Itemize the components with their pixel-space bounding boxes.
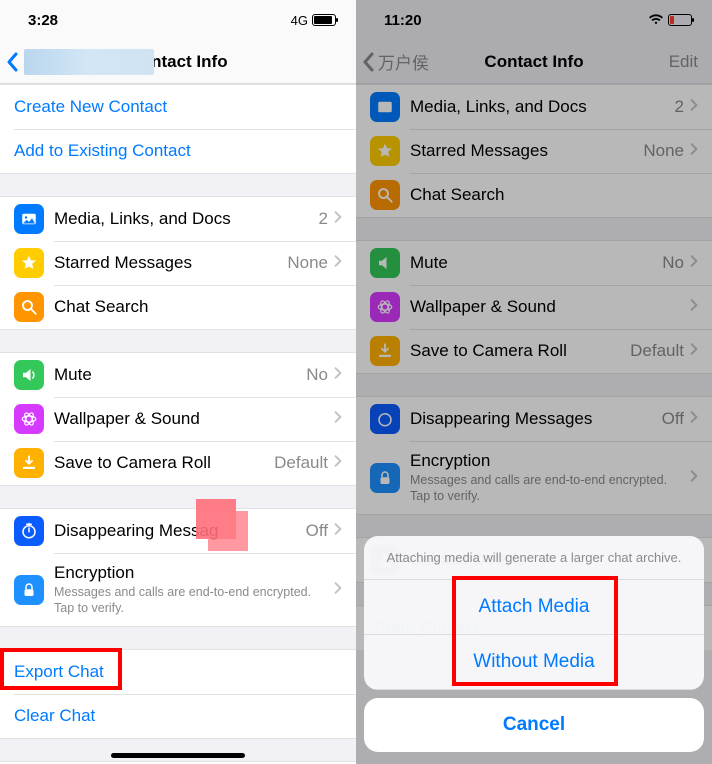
chevron-right-icon — [334, 580, 342, 600]
right-screenshot: 11:20 万户侯 Contact Info Edit Media, Links… — [356, 0, 712, 764]
without-media-button[interactable]: Without Media — [364, 635, 704, 690]
create-new-contact[interactable]: Create New Contact — [0, 85, 356, 129]
section-privacy: Disappearing Messag Off Encryption Messa… — [0, 508, 356, 627]
attach-media-label: Attach Media — [479, 596, 590, 617]
export-chat-label: Export Chat — [14, 662, 104, 682]
chat-search-label: Chat Search — [54, 297, 342, 317]
section-export: Export Chat Clear Chat — [0, 649, 356, 739]
mute-value: No — [306, 365, 328, 385]
clear-chat[interactable]: Clear Chat — [0, 694, 356, 738]
photo-icon — [14, 204, 44, 234]
media-value: 2 — [319, 209, 328, 229]
atom-icon — [14, 404, 44, 434]
disappearing-label: Disappearing Messag — [54, 521, 306, 541]
section-settings: Mute No Wallpaper & Sound Save to Camera… — [0, 352, 356, 486]
save-value: Default — [274, 453, 328, 473]
left-screenshot: 3:28 4G Contact Info Create New Contact … — [0, 0, 356, 764]
media-label: Media, Links, and Docs — [54, 209, 319, 229]
search-icon — [14, 292, 44, 322]
disappearing-value: Off — [306, 521, 328, 541]
starred-label: Starred Messages — [54, 253, 287, 273]
create-new-contact-label: Create New Contact — [14, 97, 167, 117]
battery-icon — [312, 14, 336, 26]
chevron-left-icon — [6, 52, 18, 72]
chevron-right-icon — [334, 253, 342, 273]
save-label: Save to Camera Roll — [54, 453, 274, 473]
export-action-sheet: Attaching media will generate a larger c… — [364, 536, 704, 752]
starred-value: None — [287, 253, 328, 273]
status-bar: 3:28 4G — [0, 0, 356, 40]
encryption[interactable]: Encryption Messages and calls are end-to… — [0, 553, 356, 626]
back-label-blurred — [24, 49, 154, 75]
chevron-right-icon — [334, 365, 342, 385]
without-media-label: Without Media — [473, 651, 594, 672]
chat-search[interactable]: Chat Search — [0, 285, 356, 329]
add-to-existing-contact[interactable]: Add to Existing Contact — [0, 129, 356, 173]
attach-media-button[interactable]: Attach Media — [364, 580, 704, 635]
download-icon — [14, 448, 44, 478]
sheet-message: Attaching media will generate a larger c… — [364, 536, 704, 580]
save-to-camera-roll[interactable]: Save to Camera Roll Default — [0, 441, 356, 485]
add-to-existing-contact-label: Add to Existing Contact — [14, 141, 191, 161]
mute-label: Mute — [54, 365, 306, 385]
chevron-right-icon — [334, 209, 342, 229]
mute[interactable]: Mute No — [0, 353, 356, 397]
encryption-sub: Messages and calls are end-to-end encryp… — [54, 585, 334, 616]
cancel-label: Cancel — [503, 714, 565, 735]
back-button[interactable] — [6, 40, 154, 83]
starred-messages[interactable]: Starred Messages None — [0, 241, 356, 285]
section-contact-actions: Create New Contact Add to Existing Conta… — [0, 84, 356, 174]
clear-chat-label: Clear Chat — [14, 706, 95, 726]
network-label: 4G — [291, 13, 308, 28]
timer-icon — [14, 516, 44, 546]
star-icon — [14, 248, 44, 278]
media-links-docs[interactable]: Media, Links, and Docs 2 — [0, 197, 356, 241]
cancel-button[interactable]: Cancel — [364, 698, 704, 752]
chevron-right-icon — [334, 453, 342, 473]
lock-icon — [14, 575, 44, 605]
redaction-mark — [196, 499, 236, 539]
encryption-label: Encryption — [54, 563, 334, 583]
export-chat[interactable]: Export Chat — [0, 650, 356, 694]
wallpaper-sound[interactable]: Wallpaper & Sound — [0, 397, 356, 441]
section-media: Media, Links, and Docs 2 Starred Message… — [0, 196, 356, 330]
status-right: 4G — [287, 13, 336, 28]
status-time: 3:28 — [28, 12, 58, 29]
speaker-icon — [14, 360, 44, 390]
wallpaper-label: Wallpaper & Sound — [54, 409, 334, 429]
disappearing-messages[interactable]: Disappearing Messag Off — [0, 509, 356, 553]
sheet-group: Attaching media will generate a larger c… — [364, 536, 704, 690]
nav-bar: Contact Info — [0, 40, 356, 84]
home-indicator — [111, 753, 245, 758]
chevron-right-icon — [334, 521, 342, 541]
chevron-right-icon — [334, 409, 342, 429]
